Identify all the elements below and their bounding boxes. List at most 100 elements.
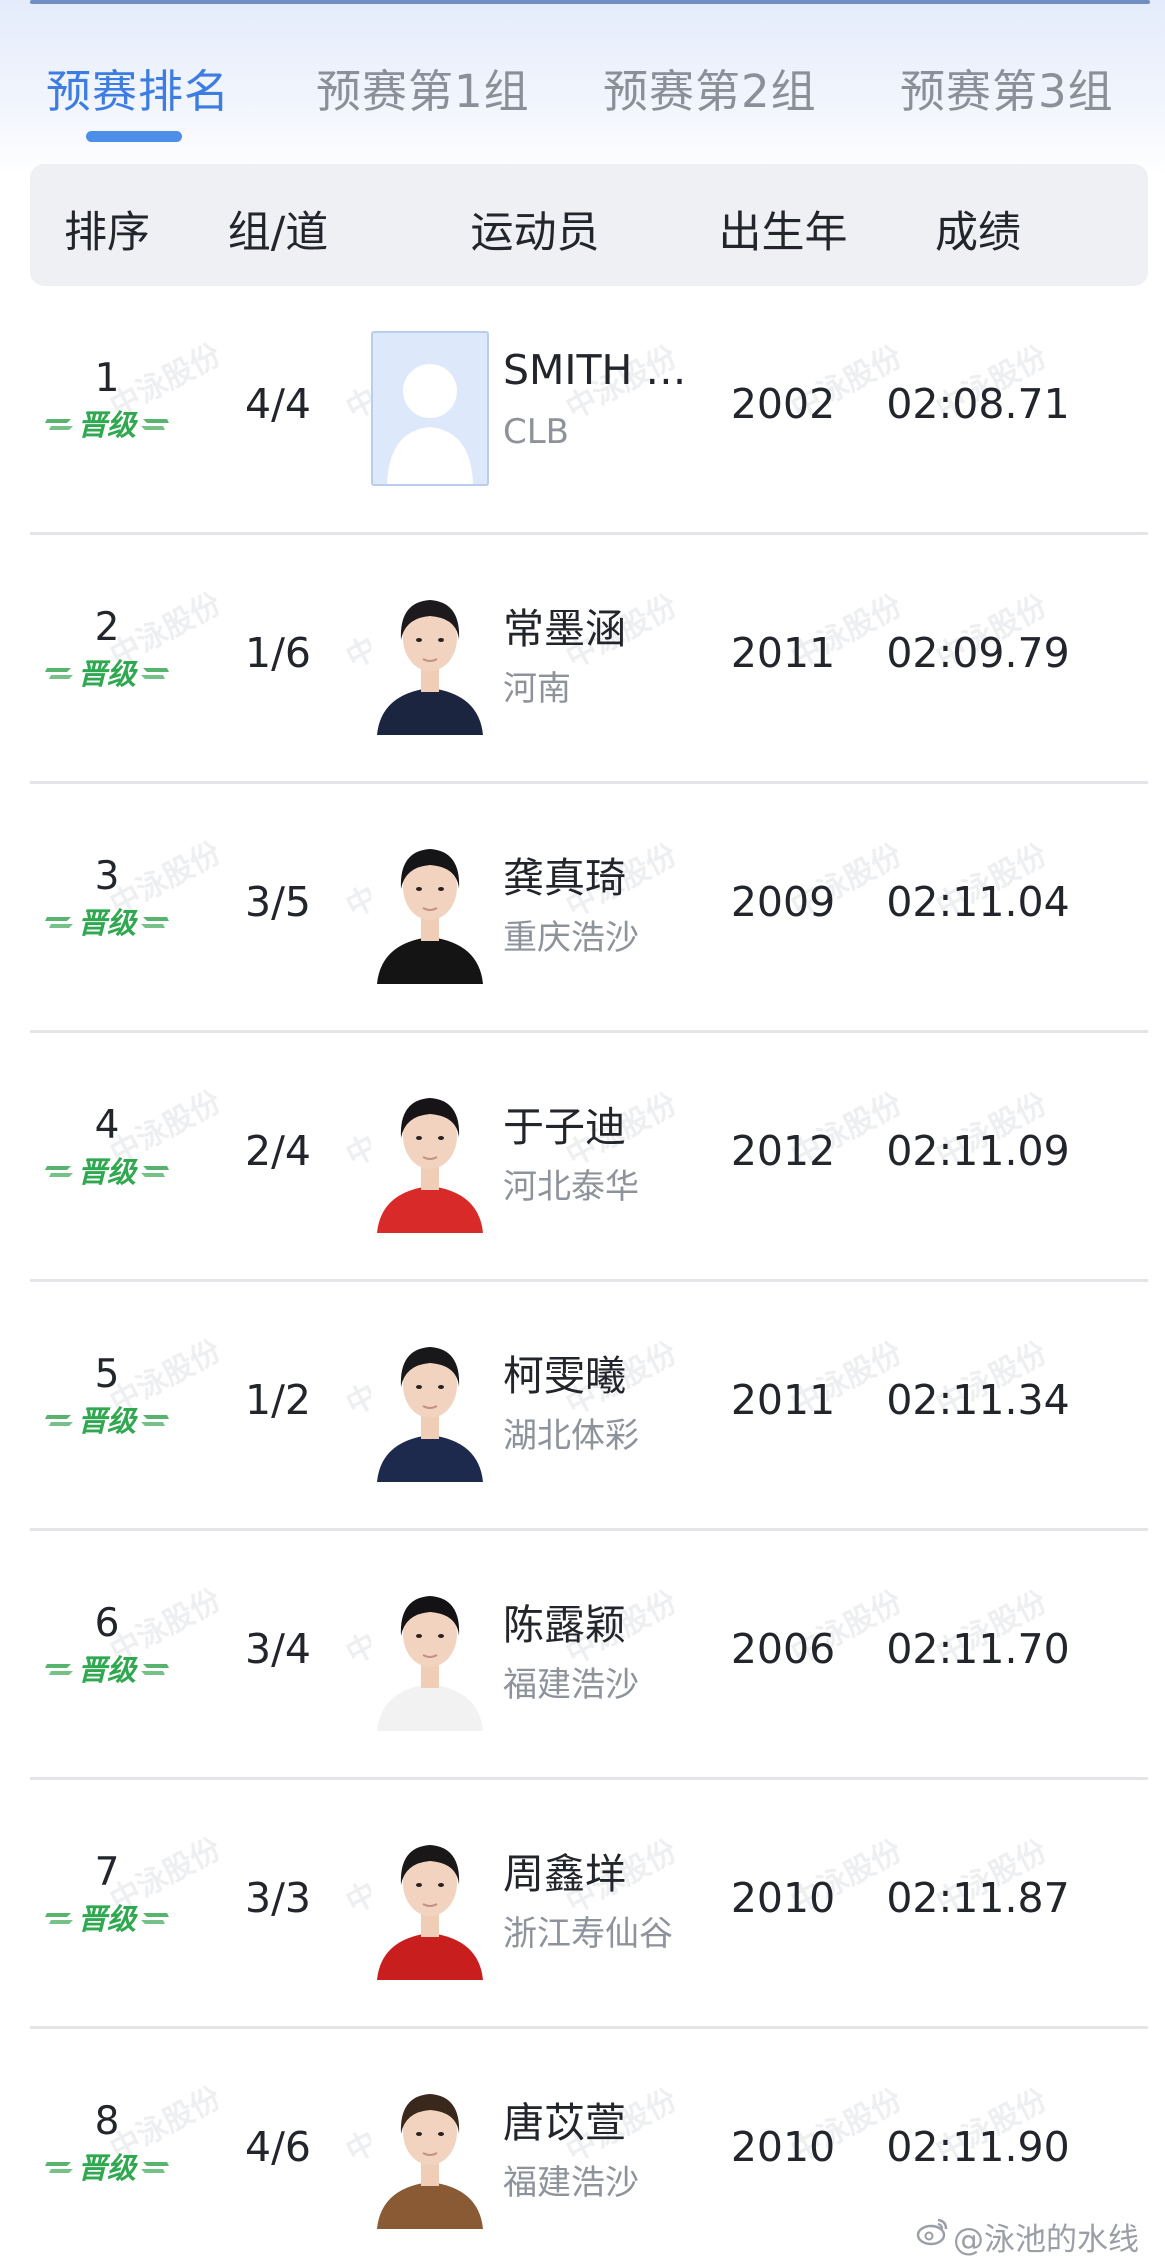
athlete-team: 河北泰华 <box>503 1167 639 1207</box>
result-row[interactable]: 中泳股份 中泳股份 中泳股份 中泳股份 中泳股份 6 晋级 3/4 陈露颖 福建… <box>30 1531 1148 1780</box>
active-tab-indicator <box>86 131 182 142</box>
rank-number: 6 <box>94 1601 120 1646</box>
result-time: 02:11.09 <box>886 1127 1070 1175</box>
athlete-team: 重庆浩沙 <box>503 918 639 958</box>
tab-heat-1[interactable]: 预赛第1组 <box>316 55 530 120</box>
heat-lane: 1/6 <box>245 629 311 677</box>
athlete-team: CLB <box>503 412 570 452</box>
heat-lane: 2/4 <box>245 1127 311 1175</box>
athlete-photo <box>371 1078 489 1233</box>
athlete-portrait <box>371 1825 489 1980</box>
birth-year: 2011 <box>730 629 836 677</box>
athlete-photo <box>371 1327 489 1482</box>
result-time: 02:11.70 <box>886 1625 1070 1673</box>
qualified-badge: 晋级 <box>45 1653 169 1687</box>
athlete-team: 福建浩沙 <box>503 2163 639 2203</box>
rank-number: 8 <box>94 2099 120 2144</box>
rank-number: 3 <box>94 854 120 899</box>
athlete-name[interactable]: 常墨涵 <box>503 595 626 655</box>
athlete-photo <box>371 1576 489 1731</box>
qualified-label: 晋级 <box>78 1653 139 1687</box>
result-row[interactable]: 中泳股份 中泳股份 中泳股份 中泳股份 中泳股份 5 晋级 1/2 柯雯曦 湖北… <box>30 1282 1148 1531</box>
athlete-photo <box>371 2074 489 2229</box>
rank-number: 2 <box>94 605 120 650</box>
athlete-photo <box>371 1825 489 1980</box>
result-row[interactable]: 中泳股份 中泳股份 中泳股份 中泳股份 中泳股份 7 晋级 3/3 周鑫垟 浙江… <box>30 1780 1148 2029</box>
heat-lane: 1/2 <box>245 1376 311 1424</box>
rank-number: 7 <box>94 1850 120 1895</box>
birth-year: 2012 <box>730 1127 836 1175</box>
athlete-team: 河南 <box>503 669 571 709</box>
heat-lane: 4/4 <box>245 380 311 428</box>
athlete-photo-placeholder <box>371 331 489 486</box>
result-row[interactable]: 中泳股份 中泳股份 中泳股份 中泳股份 中泳股份 4 晋级 2/4 于子迪 河北… <box>30 1033 1148 1282</box>
qualified-badge: 晋级 <box>45 408 169 442</box>
heat-lane: 3/4 <box>245 1625 311 1673</box>
result-row[interactable]: 中泳股份 中泳股份 中泳股份 中泳股份 中泳股份 3 晋级 3/5 龚真琦 重庆… <box>30 784 1148 1033</box>
result-time: 02:11.87 <box>886 1874 1070 1922</box>
rank-number: 1 <box>94 356 120 401</box>
birth-year: 2002 <box>730 380 836 428</box>
qualified-label: 晋级 <box>78 1902 139 1936</box>
athlete-team: 湖北体彩 <box>503 1416 639 1456</box>
rank-number: 4 <box>94 1103 120 1148</box>
birth-year: 2011 <box>730 1376 836 1424</box>
result-row[interactable]: 中泳股份 中泳股份 中泳股份 中泳股份 中泳股份 2 晋级 1/6 常墨涵 河南 <box>30 535 1148 784</box>
athlete-portrait <box>371 2074 489 2229</box>
athlete-photo <box>371 580 489 735</box>
header-rank: 排序 <box>64 208 150 258</box>
qualified-badge: 晋级 <box>45 1155 169 1189</box>
qualified-label: 晋级 <box>78 2151 139 2185</box>
heat-lane: 3/5 <box>245 878 311 926</box>
result-time: 02:11.90 <box>886 2123 1070 2171</box>
athlete-photo <box>371 829 489 984</box>
result-time: 02:09.79 <box>886 629 1070 677</box>
athlete-portrait <box>371 580 489 735</box>
weibo-icon <box>916 2218 948 2246</box>
qualified-label: 晋级 <box>78 1404 139 1438</box>
qualified-badge: 晋级 <box>45 1404 169 1438</box>
birth-year: 2010 <box>730 1874 836 1922</box>
birth-year: 2006 <box>730 1625 836 1673</box>
athlete-portrait <box>371 1078 489 1233</box>
athlete-portrait <box>371 829 489 984</box>
header-result: 成绩 <box>935 208 1021 258</box>
result-time: 02:11.04 <box>886 878 1070 926</box>
athlete-team: 福建浩沙 <box>503 1665 639 1705</box>
tab-bar: 预赛排名 预赛第1组 预赛第2组 预赛第3组 <box>0 45 1165 145</box>
heat-lane: 4/6 <box>245 2123 311 2171</box>
athlete-team: 浙江寿仙谷 <box>503 1914 673 1954</box>
athlete-name[interactable]: 周鑫垟 <box>503 1840 626 1900</box>
header-birth-year: 出生年 <box>718 208 848 258</box>
qualified-label: 晋级 <box>78 657 139 691</box>
heat-lane: 3/3 <box>245 1874 311 1922</box>
qualified-badge: 晋级 <box>45 2151 169 2185</box>
result-row[interactable]: 中泳股份 中泳股份 中泳股份 中泳股份 中泳股份 1 晋级 4/4 SMITH … <box>30 286 1148 535</box>
athlete-name[interactable]: 于子迪 <box>503 1093 626 1153</box>
athlete-name[interactable]: 柯雯曦 <box>503 1342 626 1402</box>
tab-heat-3[interactable]: 预赛第3组 <box>900 55 1114 120</box>
top-border <box>30 0 1150 4</box>
athlete-name[interactable]: SMITH … <box>503 346 686 394</box>
athlete-name[interactable]: 龚真琦 <box>503 844 626 904</box>
athlete-name[interactable]: 唐苡萱 <box>503 2089 626 2149</box>
qualified-badge: 晋级 <box>45 906 169 940</box>
footer-watermark: @泳池的水线 <box>953 2222 1139 2258</box>
athlete-portrait <box>371 1327 489 1482</box>
birth-year: 2010 <box>730 2123 836 2171</box>
qualified-label: 晋级 <box>78 1155 139 1189</box>
header-heat-lane: 组/道 <box>227 208 329 258</box>
result-time: 02:11.34 <box>886 1376 1070 1424</box>
athlete-name[interactable]: 陈露颖 <box>503 1591 626 1651</box>
qualified-label: 晋级 <box>78 408 139 442</box>
athlete-portrait <box>371 1576 489 1731</box>
tab-heat-2[interactable]: 预赛第2组 <box>603 55 817 120</box>
qualified-label: 晋级 <box>78 906 139 940</box>
tab-heats-ranking[interactable]: 预赛排名 <box>46 55 230 120</box>
table-header: 排序 组/道 运动员 出生年 成绩 <box>30 164 1148 286</box>
results-list: 中泳股份 中泳股份 中泳股份 中泳股份 中泳股份 1 晋级 4/4 SMITH … <box>30 286 1148 2266</box>
birth-year: 2009 <box>730 878 836 926</box>
result-time: 02:08.71 <box>886 380 1070 428</box>
header-athlete: 运动员 <box>470 208 600 258</box>
default-avatar-icon <box>387 364 473 484</box>
